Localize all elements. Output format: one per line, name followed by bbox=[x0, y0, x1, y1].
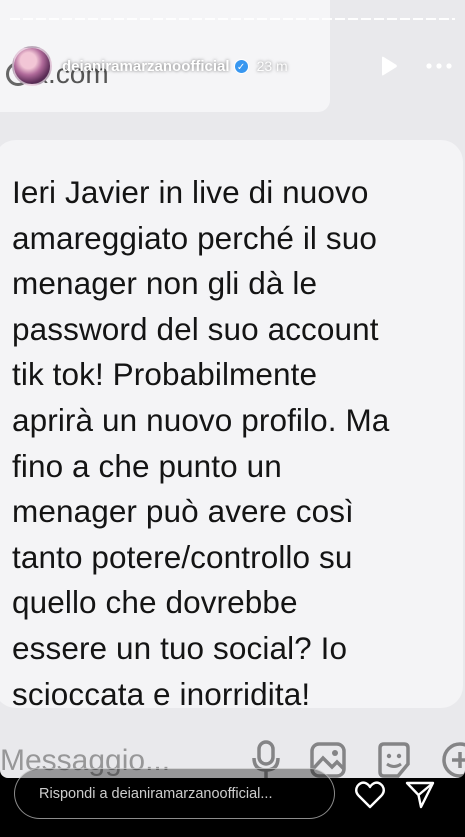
post-text-card: Ieri Javier in live di nuovo amareggiato… bbox=[0, 140, 463, 712]
post-text-line: menager può avere così bbox=[12, 493, 354, 530]
post-text-line: essere un tuo social? Io bbox=[12, 629, 348, 666]
reply-bar: Rispondi a deianiramarzanoofficial... bbox=[0, 756, 465, 837]
play-icon[interactable] bbox=[377, 54, 401, 78]
reply-input[interactable]: Rispondi a deianiramarzanoofficial... bbox=[14, 768, 335, 819]
story-header: deianiramarzanoofficial ✓ 23 m bbox=[12, 46, 453, 86]
story-viewer[interactable]: x.com deianiramarzanoofficial ✓ 23 m Ier… bbox=[0, 0, 465, 778]
post-text-line: quello che dovrebbe bbox=[12, 584, 298, 621]
post-text-line: fino a che punto un bbox=[12, 447, 282, 484]
post-text-line: password del suo account bbox=[12, 310, 379, 347]
post-text-line: menager non gli dà le bbox=[12, 265, 318, 302]
post-text-line: Ieri Javier in live di nuovo bbox=[12, 174, 369, 210]
username[interactable]: deianiramarzanoofficial bbox=[62, 58, 230, 75]
heart-icon[interactable] bbox=[354, 780, 386, 810]
avatar[interactable] bbox=[12, 46, 52, 86]
story-progress-bar bbox=[10, 18, 455, 20]
more-icon[interactable] bbox=[425, 54, 453, 78]
send-icon[interactable] bbox=[404, 780, 436, 810]
post-text-line: amareggiato perché il suo bbox=[12, 219, 377, 256]
post-text-line: aprirà un nuovo profilo. Ma bbox=[12, 401, 390, 438]
post-text: Ieri Javier in live di nuovo amareggiato… bbox=[12, 170, 447, 717]
post-time: 23 m bbox=[256, 58, 288, 74]
verified-badge-icon: ✓ bbox=[233, 58, 249, 74]
post-text-line: tik tok! Probabilmente bbox=[12, 356, 318, 393]
post-text-line: scioccata e inorridita! bbox=[12, 675, 311, 712]
post-text-line: tanto potere/controllo su bbox=[12, 538, 353, 575]
